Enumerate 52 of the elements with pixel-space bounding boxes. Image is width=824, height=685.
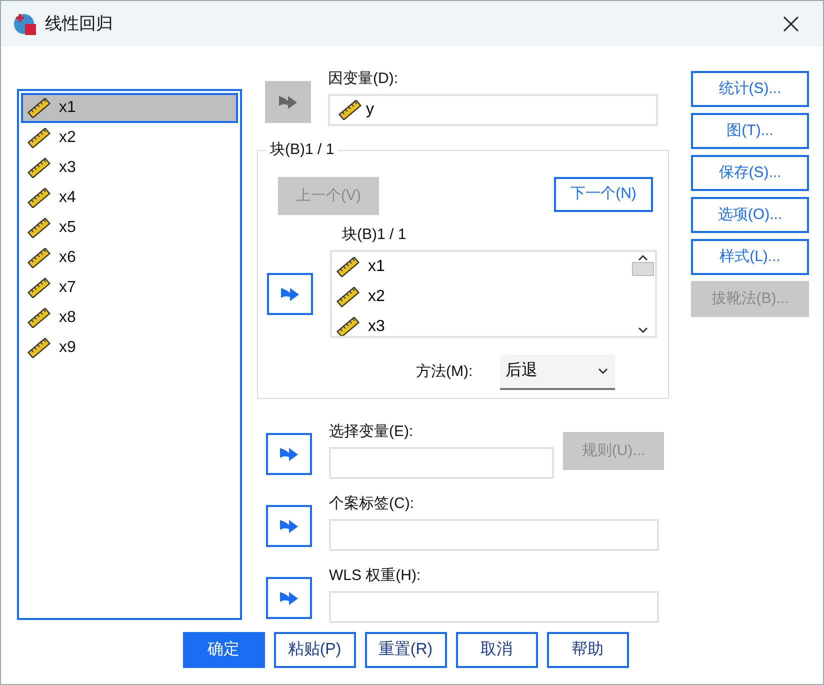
move-arrow-button[interactable] [267, 272, 313, 314]
side-button[interactable]: 图(T)... [691, 113, 809, 149]
variable-item[interactable]: x2 [336, 282, 631, 312]
chevron-down-icon [596, 367, 609, 375]
window-title: 线性回归 [45, 12, 113, 35]
list-label: 块(B)1 / 1 [342, 225, 408, 245]
dialog-button[interactable]: 取消 [456, 632, 538, 668]
input-field[interactable] [329, 591, 659, 623]
field-label: 个案标签(C): [329, 494, 415, 514]
app-icon [13, 12, 37, 36]
variable-list[interactable]: x1 x2 x3 x4 x5 x6 x7 x8 x9 [17, 89, 242, 620]
next-button[interactable]: 下一个(N) [554, 177, 653, 212]
method-dropdown[interactable]: 后退 [500, 354, 615, 390]
variable-item[interactable]: x3 [21, 153, 238, 183]
variable-item[interactable]: x1 [21, 93, 238, 123]
side-button[interactable]: 保存(S)... [691, 155, 809, 191]
input-field[interactable] [329, 519, 659, 551]
dialog-button[interactable]: 重置(R) [364, 632, 446, 668]
independent-list[interactable]: x1 x2 x3 [330, 250, 657, 338]
variable-item[interactable]: x2 [21, 123, 238, 153]
arrow-icon [278, 445, 300, 463]
move-arrow-button[interactable] [266, 433, 312, 475]
variable-item[interactable]: x8 [21, 303, 238, 333]
field-label: WLS 权重(H): [329, 566, 422, 586]
field-label: 选择变量(E): [329, 422, 414, 442]
variable-value: y [366, 100, 374, 120]
input-field[interactable]: y [328, 94, 658, 126]
variable-item[interactable]: x4 [21, 183, 238, 213]
side-button[interactable]: 样式(L)... [691, 239, 809, 275]
side-button[interactable]: 统计(S)... [691, 71, 809, 107]
side-button[interactable]: 选项(O)... [691, 197, 809, 233]
dialog-button[interactable]: 确定 [182, 632, 264, 668]
scroll-thumb[interactable] [632, 262, 654, 276]
variable-item[interactable]: x1 [336, 252, 631, 282]
variable-item[interactable]: x6 [21, 243, 238, 273]
scroll-down-icon [637, 326, 649, 334]
variable-item[interactable]: x7 [21, 273, 238, 303]
move-arrow-button[interactable] [266, 577, 312, 619]
input-field[interactable] [329, 447, 554, 479]
method-label: 方法(M): [416, 362, 473, 382]
dialog-button[interactable]: 粘贴(P) [274, 632, 356, 668]
move-arrow-button[interactable] [266, 505, 312, 547]
variable-item[interactable]: x3 [336, 312, 631, 336]
arrow-icon [278, 589, 300, 607]
arrow-icon [278, 517, 300, 535]
arrow-icon [277, 93, 299, 111]
close-icon [783, 16, 799, 32]
dialog-button[interactable]: 帮助 [546, 632, 628, 668]
variable-item[interactable]: x5 [21, 213, 238, 243]
variable-item[interactable]: x9 [21, 333, 238, 363]
scroll-up-icon [637, 254, 649, 262]
field-label: 因变量(D): [328, 69, 399, 89]
